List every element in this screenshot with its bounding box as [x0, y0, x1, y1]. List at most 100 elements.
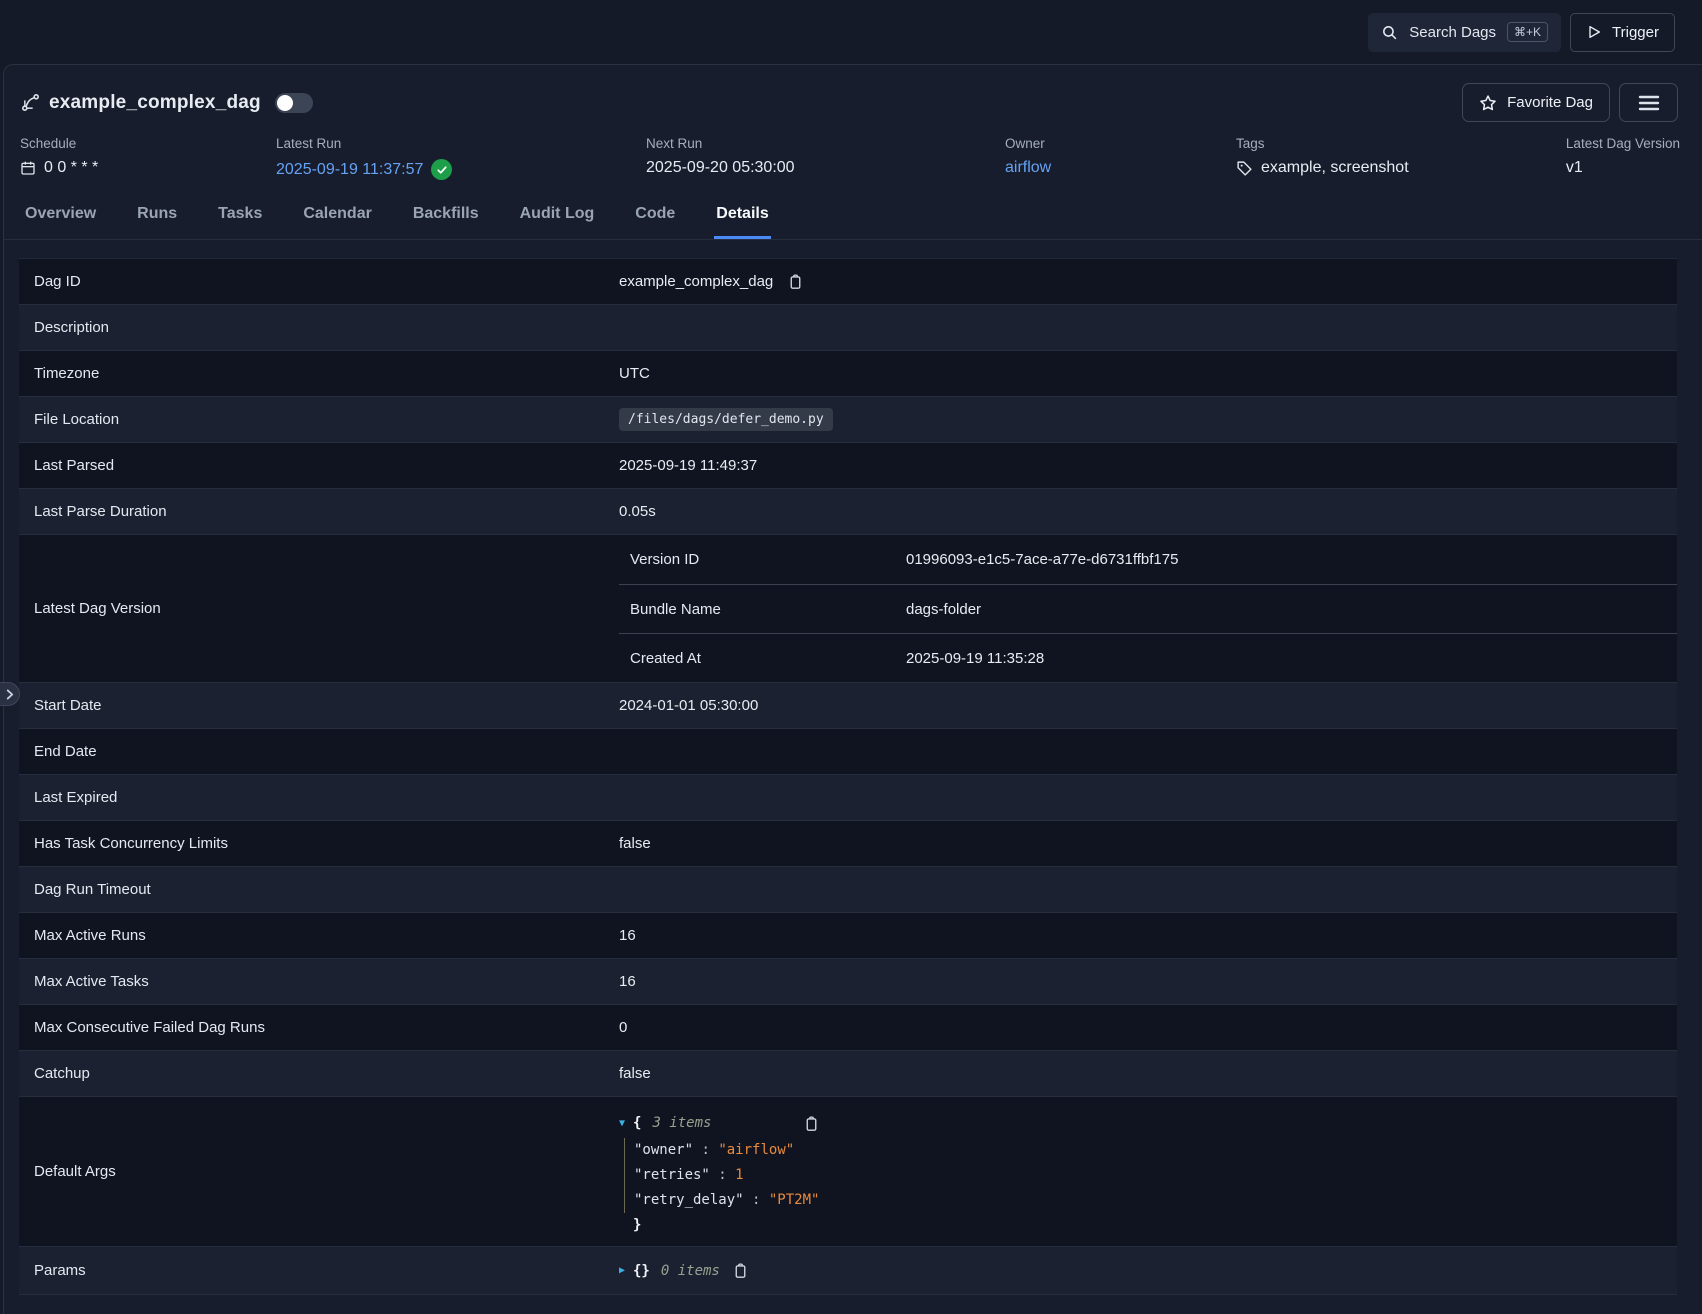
row-label: Has Task Concurrency Limits: [19, 835, 619, 852]
latest-dag-version-column: Latest Dag Version v1: [1566, 136, 1680, 180]
table-row: Last Parse Duration0.05s: [19, 489, 1677, 535]
row-label: Description: [19, 319, 619, 336]
table-row: Start Date2024-01-01 05:30:00: [19, 683, 1677, 729]
row-label: Last Parse Duration: [19, 503, 619, 520]
play-icon: [1586, 24, 1602, 40]
json-viewer: ▼{3 items"owner" : "airflow""retries" : …: [619, 1097, 1677, 1246]
dag-title-row: example_complex_dag Favorite Dag: [4, 65, 1702, 122]
copy-button[interactable]: [732, 1262, 749, 1279]
tabs: Overview Runs Tasks Calendar Backfills Audit …: [4, 195, 1702, 240]
table-row: End Date: [19, 729, 1677, 775]
nested-row: Created At2025-09-19 11:35:28: [619, 633, 1677, 682]
row-label: Max Active Tasks: [19, 973, 619, 990]
nested-row-label: Version ID: [630, 551, 906, 568]
tab-details[interactable]: Details: [714, 195, 770, 239]
next-run-column: Next Run 2025-09-20 05:30:00: [646, 136, 1005, 180]
row-value: 16: [619, 973, 636, 990]
dag-detail-panel: example_complex_dag Favorite Dag Schedul…: [3, 64, 1702, 1314]
row-value-cell: 16: [619, 927, 1677, 944]
json-open-brace: {: [633, 1111, 641, 1136]
table-row: Catchupfalse: [19, 1051, 1677, 1097]
json-items-count: 3 items: [652, 1111, 711, 1136]
favorite-dag-label: Favorite Dag: [1507, 94, 1593, 111]
schedule-label: Schedule: [20, 136, 276, 151]
json-value: "PT2M": [769, 1192, 820, 1208]
dag-title: example_complex_dag: [49, 92, 261, 114]
file-path-chip: /files/dags/defer_demo.py: [619, 408, 833, 431]
json-value: "airflow": [718, 1142, 794, 1158]
table-row: Dag Run Timeout: [19, 867, 1677, 913]
favorite-dag-button[interactable]: Favorite Dag: [1462, 83, 1610, 122]
copy-button[interactable]: [787, 273, 804, 290]
owner-link[interactable]: airflow: [1005, 159, 1051, 177]
tab-runs[interactable]: Runs: [135, 195, 179, 239]
expand-caret[interactable]: ▶: [619, 1265, 633, 1276]
table-row: Max Active Tasks16: [19, 959, 1677, 1005]
json-children: "owner" : "airflow""retries" : 1"retry_d…: [624, 1138, 1677, 1213]
json-close-brace: }: [633, 1213, 1677, 1238]
search-dags-button[interactable]: Search Dags ⌘+K: [1368, 13, 1561, 52]
json-colon: :: [744, 1192, 769, 1208]
dag-actions-menu-button[interactable]: [1619, 83, 1678, 122]
tag-icon: [1236, 160, 1253, 177]
row-value-cell: /files/dags/defer_demo.py: [619, 408, 1677, 431]
row-value: 0: [619, 1019, 627, 1036]
tab-audit-log[interactable]: Audit Log: [518, 195, 597, 239]
row-value: false: [619, 1065, 651, 1082]
latest-run-column: Latest Run 2025-09-19 11:37:57: [276, 136, 646, 180]
collapse-caret[interactable]: ▼: [619, 1111, 633, 1136]
latest-run-link[interactable]: 2025-09-19 11:37:57: [276, 161, 423, 179]
row-label: Dag ID: [19, 273, 619, 290]
nested-row: Bundle Namedags-folder: [619, 584, 1677, 633]
row-value-cell: 2024-01-01 05:30:00: [619, 697, 1677, 714]
trigger-button[interactable]: Trigger: [1570, 13, 1675, 52]
table-row: Has Task Concurrency Limitsfalse: [19, 821, 1677, 867]
latest-run-label: Latest Run: [276, 136, 646, 151]
nested-row-value: dags-folder: [906, 601, 981, 618]
table-row: Default Args▼{3 items"owner" : "airflow"…: [19, 1097, 1677, 1247]
tab-code[interactable]: Code: [633, 195, 677, 239]
table-row: Last Expired: [19, 775, 1677, 821]
tags-label: Tags: [1236, 136, 1566, 151]
calendar-icon: [20, 160, 36, 176]
success-badge: [431, 159, 452, 180]
row-value: false: [619, 835, 651, 852]
json-colon: :: [693, 1142, 718, 1158]
dag-pause-toggle[interactable]: [275, 93, 313, 113]
row-value-cell: example_complex_dag: [619, 273, 1677, 290]
row-label: File Location: [19, 411, 619, 428]
json-entry: "retry_delay" : "PT2M": [634, 1188, 1677, 1213]
row-label: Max Active Runs: [19, 927, 619, 944]
tab-overview[interactable]: Overview: [23, 195, 98, 239]
row-label: Last Parsed: [19, 457, 619, 474]
next-run-label: Next Run: [646, 136, 1005, 151]
row-label: Timezone: [19, 365, 619, 382]
nested-row: Version ID01996093-e1c5-7ace-a77e-d6731f…: [619, 535, 1677, 584]
copy-button[interactable]: [803, 1115, 820, 1132]
chevron-right-icon: [5, 689, 14, 700]
nested-row-value: 2025-09-19 11:35:28: [906, 650, 1044, 667]
table-row: Latest Dag VersionVersion ID01996093-e1c…: [19, 535, 1677, 683]
tab-calendar[interactable]: Calendar: [301, 195, 373, 239]
row-value-cell: false: [619, 1065, 1677, 1082]
json-collapsed: ▶{}0 items: [619, 1262, 749, 1279]
row-label: Latest Dag Version: [19, 600, 619, 617]
top-bar: Search Dags ⌘+K Trigger: [0, 0, 1702, 64]
search-label: Search Dags: [1409, 24, 1496, 41]
row-label: Start Date: [19, 697, 619, 714]
tab-backfills[interactable]: Backfills: [411, 195, 481, 239]
latest-dag-version-value: v1: [1566, 159, 1583, 176]
json-entry: "owner" : "airflow": [634, 1138, 1677, 1163]
table-row: TimezoneUTC: [19, 351, 1677, 397]
row-value-cell: 0: [619, 1019, 1677, 1036]
search-shortcut-badge: ⌘+K: [1507, 22, 1548, 42]
row-value: 2025-09-19 11:49:37: [619, 457, 757, 474]
table-row: Max Active Runs16: [19, 913, 1677, 959]
dag-info-row: Schedule 0 0 * * * Latest Run 2025-09-19…: [4, 136, 1702, 180]
dag-icon: [20, 92, 41, 113]
star-icon: [1479, 94, 1497, 112]
owner-column: Owner airflow: [1005, 136, 1236, 180]
tab-tasks[interactable]: Tasks: [216, 195, 264, 239]
row-value-cell: 2025-09-19 11:49:37: [619, 457, 1677, 474]
row-label: Last Expired: [19, 789, 619, 806]
